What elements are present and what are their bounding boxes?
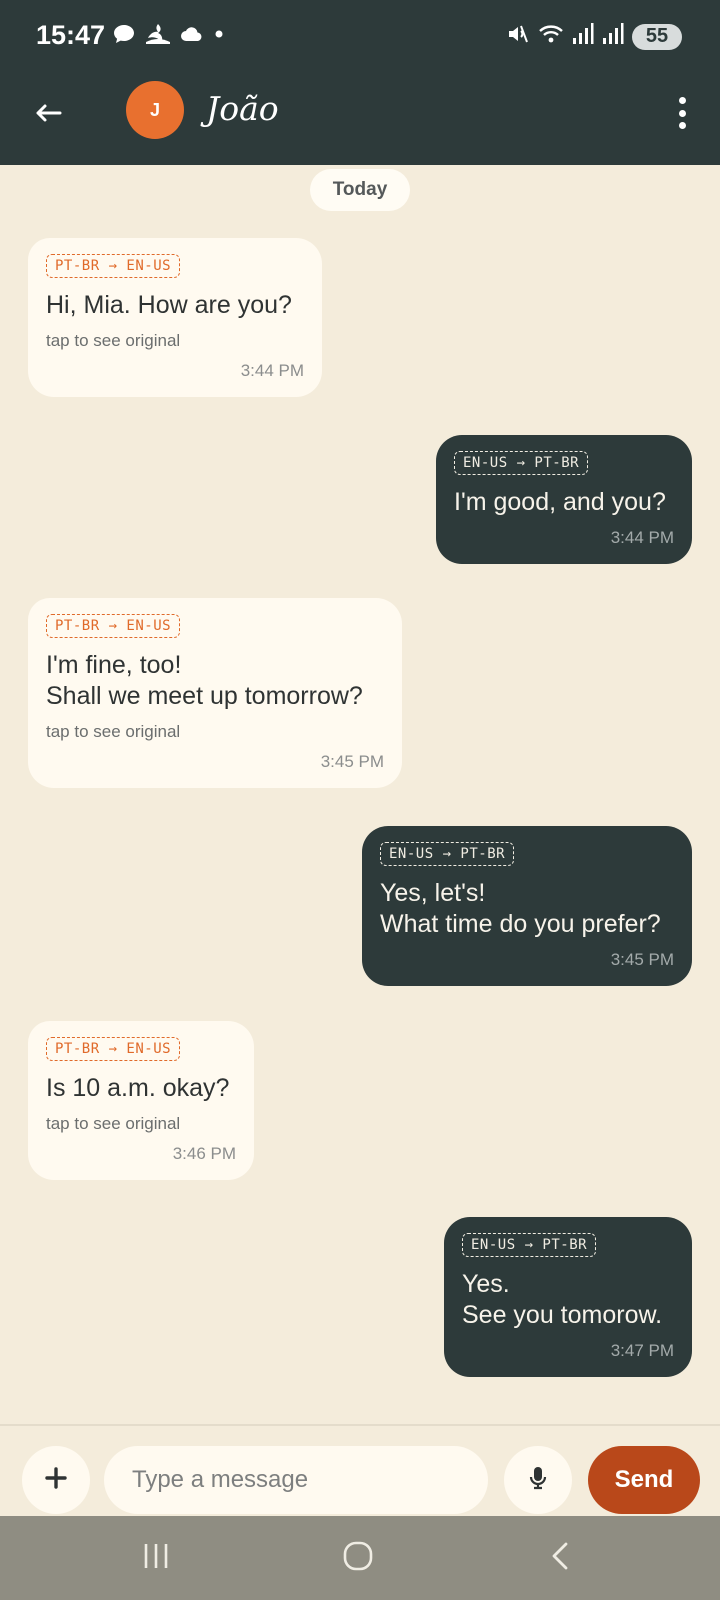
recents-icon [141,1542,171,1575]
message-input[interactable] [104,1446,488,1514]
dot-icon [212,27,226,46]
more-vert-icon [678,97,686,104]
signal-icon [572,22,594,51]
translation-tag: EN-US → PT-BR [462,1233,597,1257]
send-button[interactable]: Send [588,1446,700,1514]
avatar[interactable]: J [126,81,184,139]
message-time: 3:44 PM [610,528,674,547]
system-nav-bar [0,1516,720,1600]
message-text: Hi, Mia. How are you? [46,291,292,319]
status-bar: 15:47 55 [0,0,720,75]
status-time: 15:47 [36,20,106,50]
battery-level: 55 [645,25,669,47]
see-original-hint[interactable]: tap to see original [46,1114,236,1134]
message-time: 3:46 PM [172,1144,236,1163]
signal-icon [602,22,624,51]
system-icons: 55 [506,22,682,51]
recents-button[interactable] [136,1538,176,1578]
contact-name[interactable]: João [206,89,279,128]
message-text: Is 10 a.m. okay? [46,1074,230,1102]
date-divider: Today [310,169,410,211]
message-composer: Send [0,1426,720,1516]
see-original-hint[interactable]: tap to see original [46,331,304,351]
chat-header: J João [0,75,720,165]
voice-button[interactable] [504,1446,572,1514]
wifi-icon [538,22,564,51]
top-bar: 15:47 55 J João [0,0,720,165]
cloud-icon [180,24,204,49]
more-options-button[interactable] [674,97,690,129]
message-bubble-outgoing[interactable]: EN-US → PT-BR Yes. See you tomorow. 3:47… [444,1217,692,1377]
message-bubble-outgoing[interactable]: EN-US → PT-BR I'm good, and you? 3:44 PM [436,435,692,564]
translation-tag: PT-BR → EN-US [46,1037,181,1061]
message-time: 3:45 PM [610,950,674,969]
battery-icon: 55 [632,23,682,50]
chat-icon [112,22,136,51]
message-bubble-incoming[interactable]: PT-BR → EN-US I'm fine, too! Shall we me… [28,598,402,788]
message-bubble-outgoing[interactable]: EN-US → PT-BR Yes, let's! What time do y… [362,826,692,986]
message-text: I'm good, and you? [454,488,666,516]
message-time: 3:45 PM [320,752,384,771]
nav-back-button[interactable] [540,1538,580,1578]
back-button[interactable] [28,95,68,135]
message-bubble-incoming[interactable]: PT-BR → EN-US Hi, Mia. How are you? tap … [28,238,322,397]
translation-tag: PT-BR → EN-US [46,614,181,638]
home-icon [343,1541,373,1576]
message-text: I'm fine, too! Shall we meet up tomorrow… [46,651,363,710]
mute-icon [506,22,530,51]
translation-tag: PT-BR → EN-US [46,254,181,278]
back-icon [549,1541,571,1576]
date-label: Today [332,179,388,200]
message-text: Yes. See you tomorow. [462,1270,663,1329]
home-button[interactable] [338,1538,378,1578]
back-arrow-icon [34,103,62,128]
attach-button[interactable] [22,1446,90,1514]
see-original-hint[interactable]: tap to see original [46,722,384,742]
message-time: 3:44 PM [240,361,304,380]
plus-icon [44,1466,68,1495]
translation-tag: EN-US → PT-BR [454,451,589,475]
mic-icon [528,1465,548,1496]
message-text: Yes, let's! What time do you prefer? [380,879,661,938]
message-bubble-incoming[interactable]: PT-BR → EN-US Is 10 a.m. okay? tap to se… [28,1021,254,1180]
avatar-initial: J [149,99,160,120]
notification-icons [112,22,226,51]
bank-icon [144,22,172,51]
message-time: 3:47 PM [610,1341,674,1360]
translation-tag: EN-US → PT-BR [380,842,515,866]
